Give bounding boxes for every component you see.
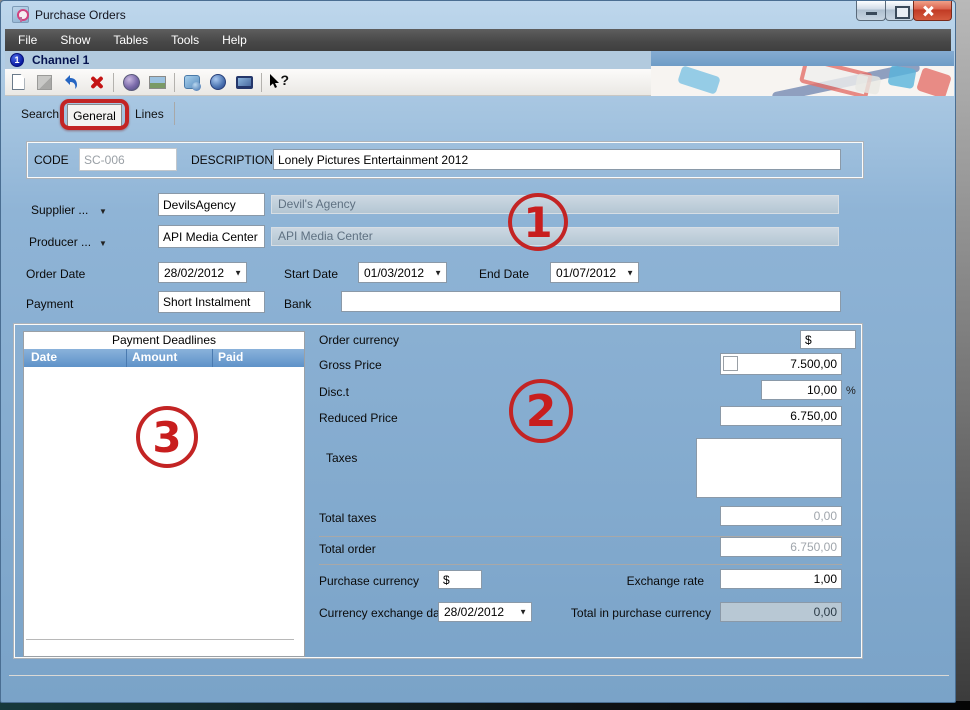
- discount-label: Disc.t: [319, 385, 349, 399]
- column-header-paid[interactable]: Paid: [212, 349, 304, 367]
- code-input[interactable]: [79, 148, 177, 171]
- order-date-combo[interactable]: 28/02/2012 ▼: [158, 262, 247, 283]
- picture-icon[interactable]: [147, 72, 167, 92]
- tab-separator: [174, 102, 175, 125]
- total-order-label: Total order: [319, 542, 376, 556]
- total-taxes-field: 0,00: [720, 506, 842, 526]
- taxes-listbox[interactable]: [696, 438, 842, 498]
- channel-badge-icon: 1: [10, 53, 24, 67]
- toolbar-separator: [113, 73, 114, 92]
- payment-deadlines-title: Payment Deadlines: [24, 332, 304, 349]
- annotation-circle-2: 2: [509, 379, 573, 443]
- start-date-combo[interactable]: 01/03/2012 ▼: [358, 262, 447, 283]
- start-date-label: Start Date: [284, 267, 338, 281]
- save-icon[interactable]: [34, 72, 54, 92]
- gross-price-checkbox[interactable]: [723, 356, 738, 371]
- bank-label: Bank: [284, 297, 311, 311]
- maximize-button[interactable]: [885, 1, 914, 21]
- gross-price-field[interactable]: 7.500,00: [720, 353, 842, 375]
- toolbar-separator: [174, 73, 175, 92]
- currency-exchange-date-label: Currency exchange date: [319, 606, 450, 620]
- exchange-rate-label: Exchange rate: [609, 574, 704, 588]
- network-computer-icon[interactable]: [182, 72, 202, 92]
- title-bar[interactable]: Purchase Orders: [1, 1, 955, 29]
- reduced-price-label: Reduced Price: [319, 411, 398, 425]
- divider: [319, 564, 842, 565]
- annotation-circle-3: 3: [136, 406, 198, 468]
- discount-field[interactable]: 10,00: [761, 380, 842, 400]
- payment-label: Payment: [26, 297, 73, 311]
- exchange-rate-field[interactable]: 1,00: [720, 569, 842, 589]
- column-header-date[interactable]: Date: [24, 349, 126, 367]
- undo-icon[interactable]: [60, 72, 80, 92]
- menu-tools[interactable]: Tools: [161, 30, 209, 50]
- order-currency-label: Order currency: [319, 333, 399, 347]
- description-label: DESCRIPTION: [191, 153, 273, 167]
- producer-code-input[interactable]: [158, 225, 265, 248]
- payment-deadlines-grid: Payment Deadlines Date Amount Paid: [23, 331, 305, 657]
- purchase-currency-label: Purchase currency: [319, 574, 419, 588]
- tab-lines[interactable]: Lines: [129, 104, 170, 124]
- decorative-artwork: [651, 51, 954, 96]
- tab-search[interactable]: Search: [15, 104, 65, 124]
- sphere-icon[interactable]: [208, 72, 228, 92]
- new-document-icon[interactable]: [8, 72, 28, 92]
- order-date-label: Order Date: [26, 267, 85, 281]
- start-date-value: 01/03/2012: [364, 266, 424, 280]
- window-title: Purchase Orders: [35, 8, 126, 22]
- order-date-dropdown-icon[interactable]: ▼: [234, 268, 242, 277]
- gross-price-label: Gross Price: [319, 358, 382, 372]
- horizontal-scrollbar[interactable]: [26, 639, 294, 640]
- producer-dropdown-icon[interactable]: ▼: [99, 239, 107, 248]
- menu-tables[interactable]: Tables: [103, 30, 158, 50]
- menu-show[interactable]: Show: [50, 30, 100, 50]
- end-date-dropdown-icon[interactable]: ▼: [626, 268, 634, 277]
- delete-icon[interactable]: [86, 72, 106, 92]
- reduced-price-field[interactable]: 6.750,00: [720, 406, 842, 426]
- total-in-purchase-currency-label: Total in purchase currency: [561, 606, 711, 620]
- supplier-label[interactable]: Supplier ...: [31, 203, 88, 217]
- supplier-dropdown-icon[interactable]: ▼: [99, 207, 107, 216]
- total-taxes-label: Total taxes: [319, 511, 376, 525]
- end-date-value: 01/07/2012: [556, 266, 616, 280]
- annotation-box-general-tab: [60, 99, 129, 130]
- channel-label: Channel 1: [32, 53, 89, 67]
- code-label: CODE: [34, 153, 69, 167]
- status-bar-divider: [9, 675, 949, 676]
- order-date-value: 28/02/2012: [164, 266, 224, 280]
- start-date-dropdown-icon[interactable]: ▼: [434, 268, 442, 277]
- discount-percent-label: %: [846, 385, 856, 397]
- column-header-amount[interactable]: Amount: [126, 349, 212, 367]
- total-order-field: 6.750,00: [720, 537, 842, 557]
- taxes-label: Taxes: [326, 451, 357, 465]
- toolbar-separator: [261, 73, 262, 92]
- app-icon: [12, 6, 29, 23]
- supplier-code-input[interactable]: [158, 193, 265, 216]
- menu-help[interactable]: Help: [212, 30, 257, 50]
- globe-icon[interactable]: [121, 72, 141, 92]
- bank-input[interactable]: [341, 291, 841, 312]
- order-currency-input[interactable]: [800, 330, 856, 349]
- end-date-combo[interactable]: 01/07/2012 ▼: [550, 262, 639, 283]
- currency-exchange-date-dropdown-icon[interactable]: ▼: [519, 608, 527, 617]
- producer-label[interactable]: Producer ...: [29, 235, 91, 249]
- payment-deadlines-header: Date Amount Paid: [24, 349, 304, 367]
- menu-file[interactable]: File: [8, 30, 47, 50]
- purchase-orders-window: Purchase Orders File Show Tables Tools H…: [0, 0, 956, 703]
- description-input[interactable]: [273, 149, 841, 170]
- end-date-label: End Date: [479, 267, 529, 281]
- total-in-purchase-currency-field: 0,00: [720, 602, 842, 622]
- menu-bar: File Show Tables Tools Help: [5, 29, 951, 51]
- help-pointer-icon[interactable]: ?: [269, 73, 289, 91]
- purchase-currency-input[interactable]: [438, 570, 482, 589]
- payment-input[interactable]: [158, 291, 265, 313]
- currency-exchange-date-combo[interactable]: 28/02/2012 ▼: [438, 602, 532, 622]
- currency-exchange-date-value: 28/02/2012: [444, 605, 504, 619]
- minimize-button[interactable]: [856, 1, 886, 21]
- close-button[interactable]: [913, 1, 952, 21]
- monitor-icon[interactable]: [234, 72, 254, 92]
- annotation-circle-1: 1: [508, 193, 568, 251]
